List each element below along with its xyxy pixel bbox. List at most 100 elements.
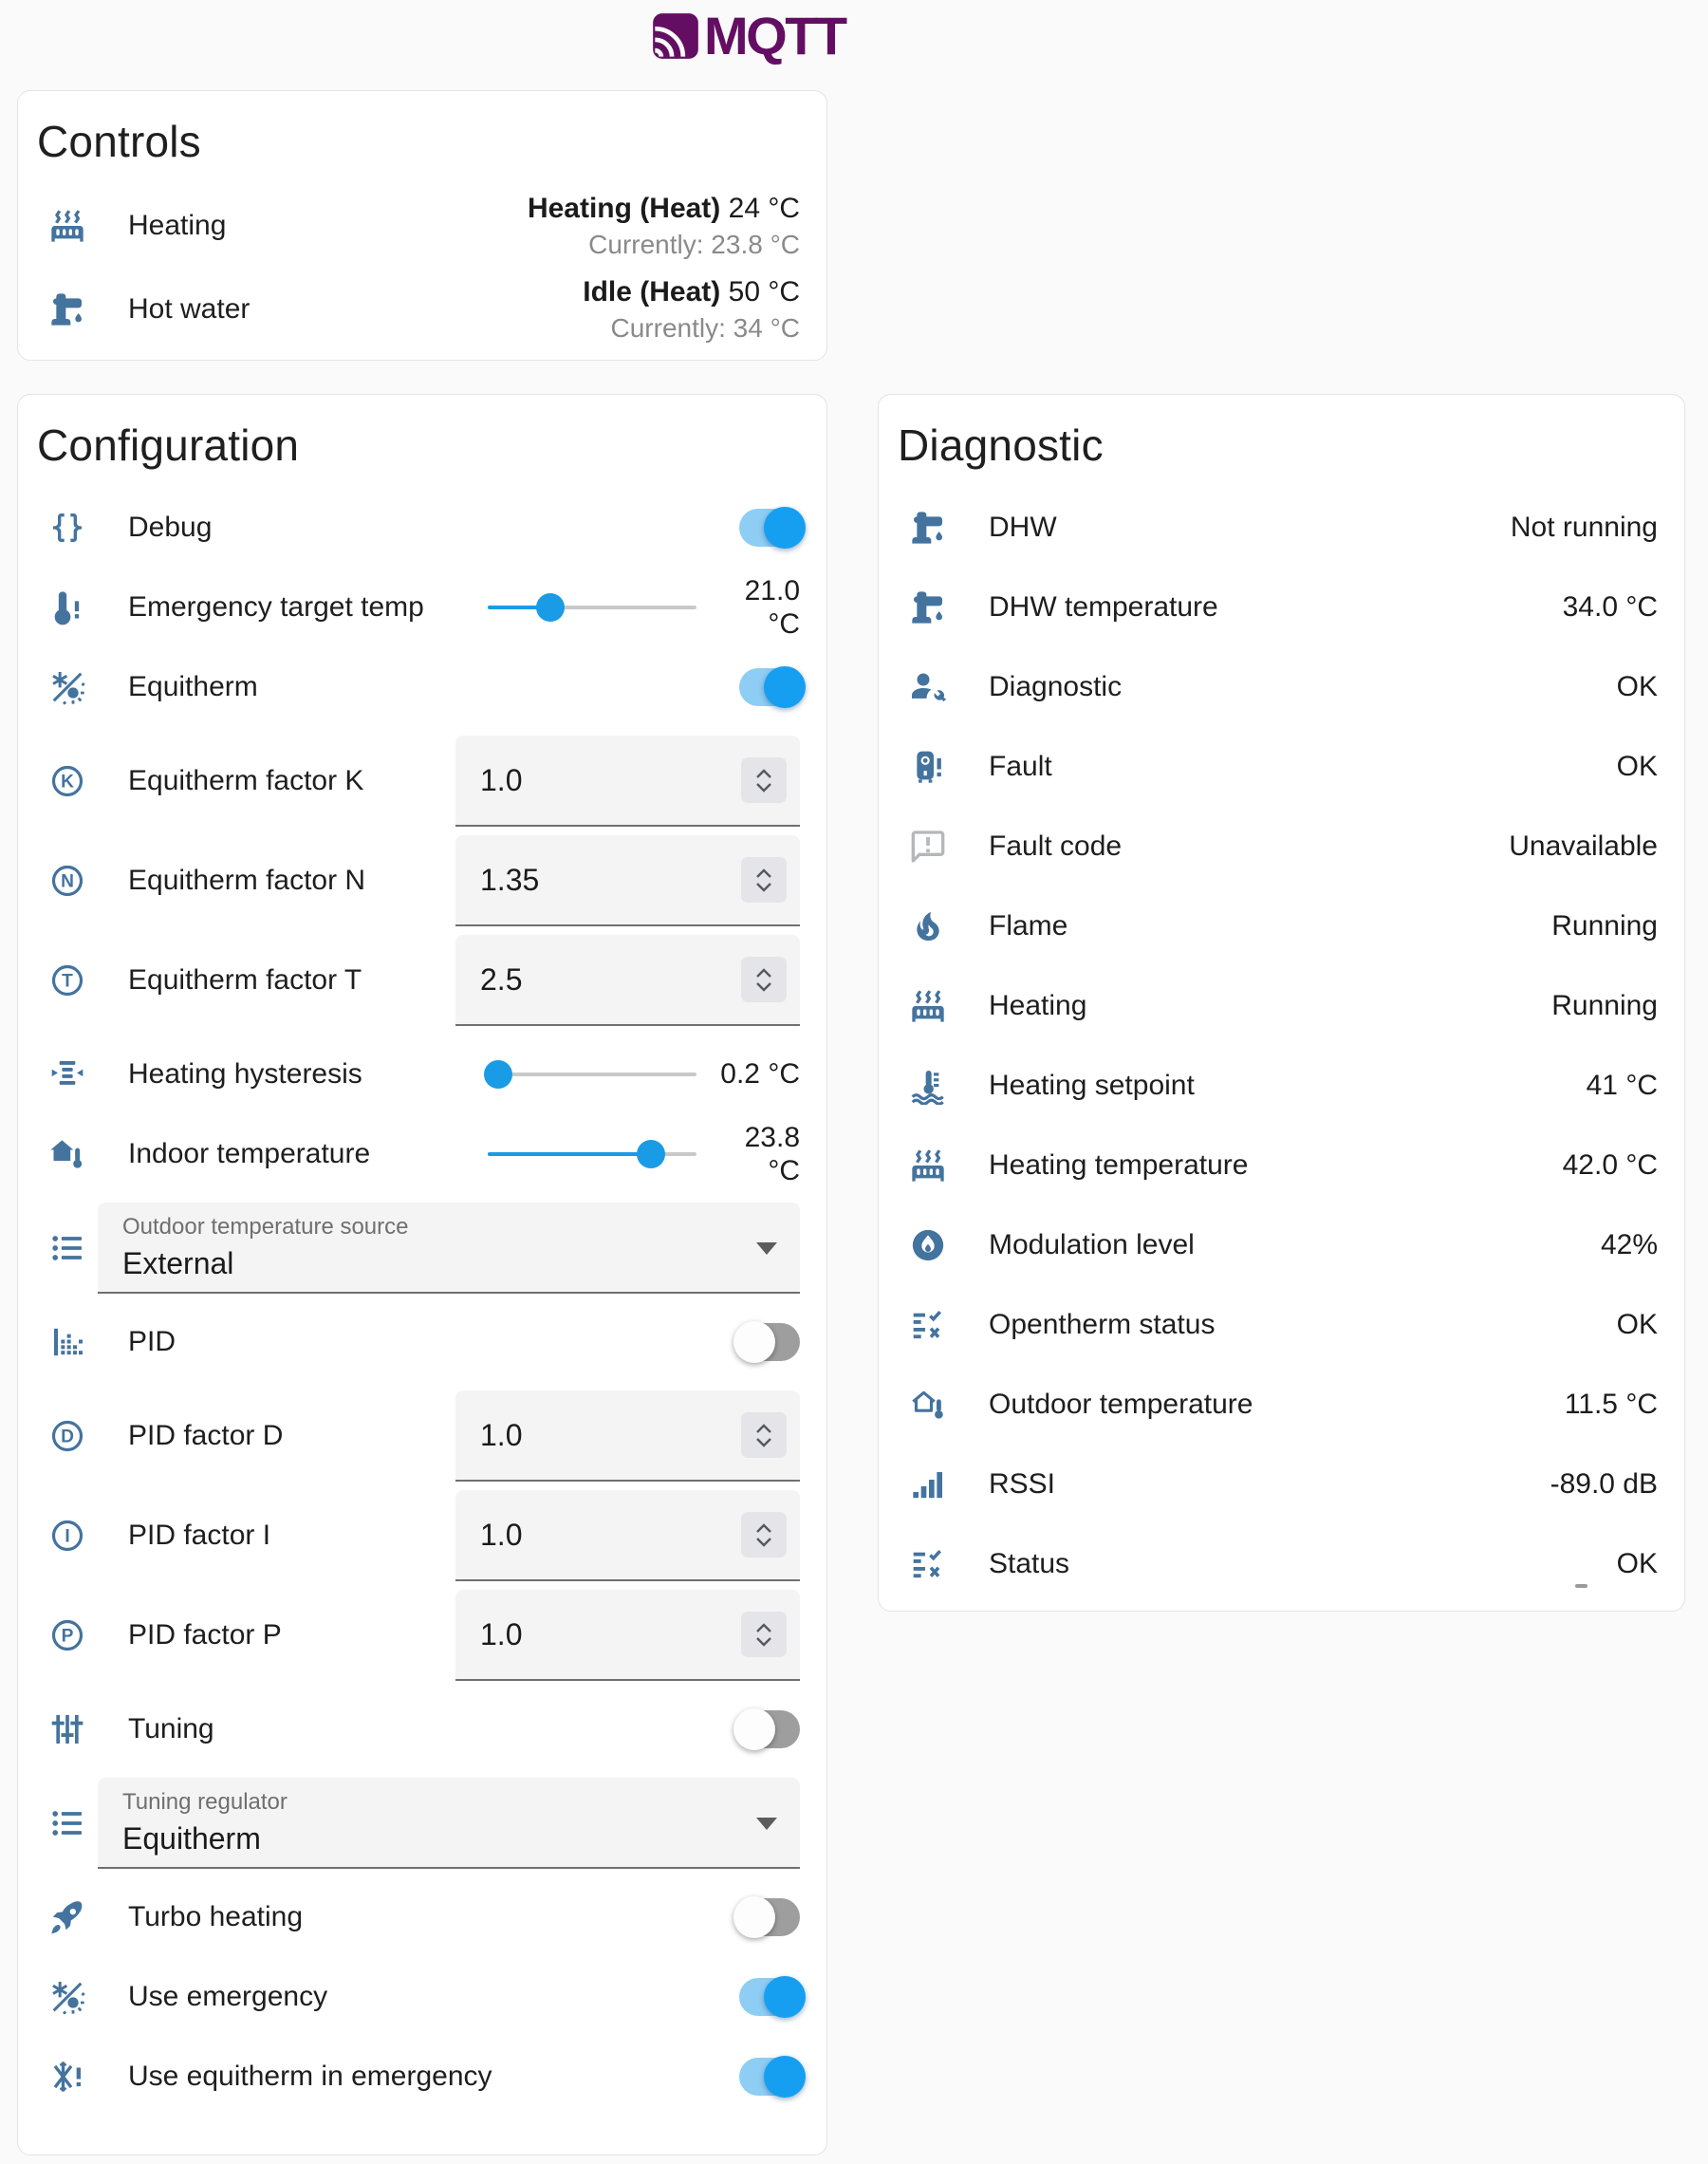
config-row-factor-t: T Equitherm factor T 2.5 (18, 935, 826, 1026)
climate-row[interactable]: Hot waterIdle (Heat) 50 °CCurrently: 34 … (18, 268, 826, 351)
diagnostic-row[interactable]: HeatingRunning (879, 966, 1684, 1046)
dropdown-arrow-icon (756, 1242, 777, 1255)
config-row-label: Equitherm (128, 671, 739, 703)
number-stepper[interactable] (741, 757, 787, 803)
stepper-up-icon (753, 1422, 774, 1435)
diagnostic-rows: DHWNot runningDHW temperature34.0 °CDiag… (879, 488, 1684, 1604)
heating-hysteresis-slider[interactable] (488, 1055, 696, 1093)
config-row-tuning: Tuning (18, 1689, 826, 1769)
diagnostic-row[interactable]: RSSI-89.0 dB (879, 1445, 1684, 1524)
equitherm-toggle[interactable] (739, 668, 800, 706)
list-status-icon (909, 1545, 947, 1583)
diagnostic-row[interactable]: FlameRunning (879, 886, 1684, 966)
code-braces-icon (48, 509, 86, 547)
config-row-emergency-target-temp: Emergency target temp 21.0°C (18, 568, 826, 647)
diagnostic-row[interactable]: StatusOK (879, 1524, 1684, 1604)
diagnostic-row[interactable]: Heating temperature42.0 °C (879, 1126, 1684, 1205)
pid-d-input[interactable]: 1.0 (455, 1390, 800, 1482)
fire-circle-icon (909, 1226, 947, 1264)
diagnostic-row[interactable]: Heating setpoint41 °C (879, 1046, 1684, 1126)
diagnostic-row-label: DHW (989, 512, 1492, 544)
stepper-down-icon (753, 1536, 774, 1549)
diagnostic-row-value: 42% (1601, 1229, 1658, 1261)
diagnostic-row[interactable]: Fault OK (879, 727, 1684, 807)
stray-mark (1575, 1584, 1587, 1588)
stepper-down-icon (753, 1635, 774, 1649)
diagnostic-row-label: Fault (989, 751, 1598, 783)
config-row-label: Tuning (128, 1713, 739, 1745)
diagnostic-row-value: OK (1617, 751, 1658, 783)
pid-p-input[interactable]: 1.0 (455, 1590, 800, 1681)
diagnostic-row-label: Opentherm status (989, 1309, 1598, 1341)
hysteresis-icon (48, 1055, 86, 1093)
home-thermometer-outline-icon (909, 1386, 947, 1424)
number-stepper[interactable] (741, 1412, 787, 1458)
svg-text:N: N (61, 872, 74, 892)
stepper-up-icon (753, 867, 774, 880)
pid-toggle[interactable] (739, 1323, 800, 1361)
diagnostic-row[interactable]: DHW temperature34.0 °C (879, 568, 1684, 647)
diagnostic-row-value: Running (1551, 910, 1658, 942)
rocket-icon (48, 1898, 86, 1936)
use-equitherm-emergency-toggle[interactable] (739, 2058, 800, 2096)
diagnostic-row[interactable]: DHWNot running (879, 488, 1684, 568)
factor-k-input[interactable]: 1.0 (455, 736, 800, 827)
factor-n-input[interactable]: 1.35 (455, 835, 800, 926)
radiator-icon (909, 987, 947, 1025)
mqtt-logo: MQTT (651, 9, 845, 63)
diagnostic-row[interactable]: DiagnosticOK (879, 647, 1684, 727)
diagnostic-row[interactable]: Modulation level42% (879, 1205, 1684, 1285)
sun-snowflake-icon (48, 668, 86, 706)
home-thermometer-icon (48, 1135, 86, 1173)
number-stepper[interactable] (741, 857, 787, 903)
use-emergency-toggle[interactable] (739, 1978, 800, 2016)
diagnostic-row-label: Fault code (989, 830, 1490, 863)
diagnostic-row-value: 34.0 °C (1563, 591, 1658, 624)
slider-thumb[interactable] (536, 593, 565, 622)
diagnostic-row-label: Heating temperature (989, 1149, 1544, 1182)
water-pump-icon (909, 588, 947, 626)
config-row-indoor-temperature: Indoor temperature 23.8°C (18, 1114, 826, 1194)
config-row-label: PID factor P (128, 1619, 455, 1651)
stepper-up-icon (753, 1521, 774, 1535)
diagnostic-row-value: OK (1617, 671, 1658, 703)
slider-thumb[interactable] (484, 1060, 512, 1089)
pid-i-input[interactable]: 1.0 (455, 1490, 800, 1581)
config-row-outdoor-source: Outdoor temperature source External (18, 1203, 826, 1294)
config-row-label: PID factor I (128, 1520, 455, 1552)
factor-t-input[interactable]: 2.5 (455, 935, 800, 1026)
tuning-regulator-select[interactable]: Tuning regulator Equitherm (98, 1778, 800, 1869)
stepper-down-icon (753, 1436, 774, 1449)
stepper-up-icon (753, 966, 774, 979)
config-row-pid-p: P PID factor P 1.0 (18, 1590, 826, 1681)
diagnostic-row[interactable]: Fault codeUnavailable (879, 807, 1684, 886)
emergency-target-temp-slider[interactable] (488, 588, 696, 626)
indoor-temperature-value: 23.8°C (710, 1121, 800, 1188)
indoor-temperature-slider[interactable] (488, 1135, 696, 1173)
config-row-label: Heating hysteresis (128, 1058, 488, 1091)
diagnostic-card: Diagnostic DHWNot runningDHW temperature… (878, 394, 1685, 1612)
climate-row[interactable]: HeatingHeating (Heat) 24 °CCurrently: 23… (18, 184, 826, 268)
diagnostic-row[interactable]: Outdoor temperature11.5 °C (879, 1365, 1684, 1445)
config-row-turbo-heating: Turbo heating (18, 1877, 826, 1957)
outdoor-source-select[interactable]: Outdoor temperature source External (98, 1203, 800, 1294)
signal-icon (909, 1465, 947, 1503)
debug-toggle[interactable] (739, 509, 800, 547)
diagnostic-row[interactable]: Opentherm status OK (879, 1285, 1684, 1365)
svg-text:K: K (61, 773, 74, 793)
slider-thumb[interactable] (637, 1140, 665, 1168)
thermometer-alert-icon (48, 588, 86, 626)
number-stepper[interactable] (741, 1512, 787, 1558)
page-columns: Controls HeatingHeating (Heat) 24 °CCurr… (0, 0, 1708, 2155)
list-bulleted-icon (48, 1229, 86, 1267)
turbo-heating-toggle[interactable] (739, 1898, 800, 1936)
diagnostic-row-value: OK (1617, 1309, 1658, 1341)
number-stepper[interactable] (741, 1612, 787, 1657)
stepper-up-icon (753, 767, 774, 780)
config-row-label: Equitherm factor K (128, 765, 455, 797)
water-boiler-alert-icon (909, 748, 947, 786)
diagnostic-title: Diagnostic (879, 395, 1684, 488)
config-row-label: Turbo heating (128, 1901, 739, 1933)
tuning-toggle[interactable] (739, 1710, 800, 1748)
number-stepper[interactable] (741, 957, 787, 1002)
